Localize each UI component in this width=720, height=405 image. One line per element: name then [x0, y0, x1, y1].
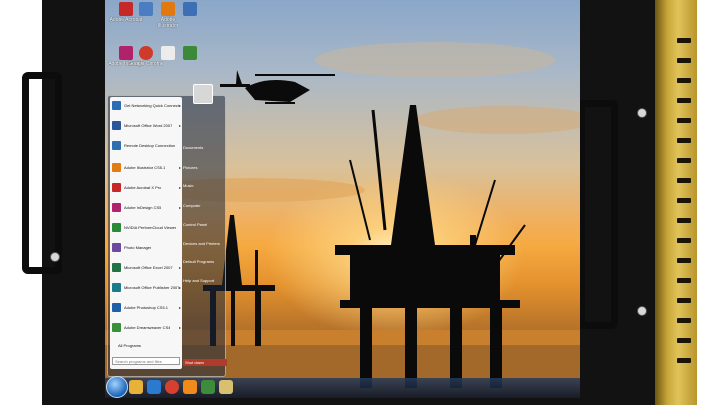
vent-slot — [677, 238, 691, 243]
doc-icon — [183, 2, 197, 16]
vent-slot — [677, 58, 691, 63]
chevron-right-icon: ▸ — [178, 123, 181, 128]
explorer-icon[interactable] — [129, 380, 143, 394]
program-item[interactable]: NVIDIA PerformCloud Viewer — [110, 221, 182, 234]
program-icon — [112, 183, 121, 192]
place-link[interactable]: Computer — [183, 203, 223, 208]
vent-slot — [677, 118, 691, 123]
chevron-right-icon: ▸ — [178, 265, 181, 270]
desktop-icon-doc[interactable] — [172, 2, 208, 32]
screw — [637, 108, 647, 118]
program-icon — [112, 283, 121, 292]
program-icon — [112, 203, 121, 212]
search-input[interactable]: Search programs and files — [112, 357, 180, 365]
vent-slot — [677, 138, 691, 143]
program-icon — [112, 101, 121, 110]
place-link[interactable]: Documents — [183, 145, 223, 150]
vent-slot — [677, 318, 691, 323]
program-item[interactable]: Adobe Illustrator CS5.1 ▸ — [110, 161, 182, 174]
program-item[interactable]: Adobe InDesign CS5 ▸ — [110, 201, 182, 214]
program-item[interactable]: Adobe Photoshop CS5.1 ▸ — [110, 301, 182, 314]
start-menu-places: Documents Pictures Music Computer Contro… — [183, 97, 227, 369]
vent-slot — [677, 98, 691, 103]
place-link[interactable]: Pictures — [183, 165, 223, 170]
folder-taskbar-icon[interactable] — [219, 380, 233, 394]
screw — [637, 306, 647, 316]
vent-slot — [677, 38, 691, 43]
vent-slot — [677, 278, 691, 283]
program-icon — [112, 223, 121, 232]
place-link[interactable]: Default Programs — [183, 259, 223, 264]
left-handle — [22, 72, 62, 274]
mediaplayer-icon[interactable] — [183, 380, 197, 394]
program-item[interactable]: Get Networking Quick Connect ▸ — [110, 99, 182, 112]
program-icon — [112, 121, 121, 130]
program-icon — [112, 243, 121, 252]
vent-slot — [677, 218, 691, 223]
program-icon — [112, 303, 121, 312]
vent-slot — [677, 338, 691, 343]
chevron-right-icon: ▸ — [178, 185, 181, 190]
vent-slot — [677, 198, 691, 203]
program-icon — [112, 323, 121, 332]
program-item[interactable]: Adobe Dreamweaver CS4 ▸ — [110, 321, 182, 334]
app-taskbar-icon[interactable] — [201, 380, 215, 394]
place-link[interactable]: Help and Support — [183, 278, 223, 283]
program-item[interactable]: Microsoft Office Excel 2007 ▸ — [110, 261, 182, 274]
shutdown-button[interactable]: Shut down — [183, 359, 227, 366]
program-item[interactable]: Remote Desktop Connection — [110, 139, 182, 152]
program-item[interactable]: Photo Manager — [110, 241, 182, 254]
ie-icon[interactable] — [147, 380, 161, 394]
start-menu-programs: Get Networking Quick Connect ▸ Microsoft… — [110, 97, 182, 369]
screw — [50, 252, 60, 262]
chevron-right-icon: ▸ — [178, 103, 181, 108]
place-link[interactable]: Control Panel — [183, 222, 223, 227]
chevron-right-icon: ▸ — [178, 205, 181, 210]
all-programs-link[interactable]: All Programs — [118, 343, 141, 348]
program-icon — [112, 263, 121, 272]
program-item[interactable]: Adobe Acrobat X Pro ▸ — [110, 181, 182, 194]
chrome-taskbar-icon[interactable] — [165, 380, 179, 394]
chevron-right-icon: ▸ — [178, 285, 181, 290]
program-icon — [112, 141, 121, 150]
desktop-icon-sheet[interactable] — [172, 46, 208, 76]
right-handle — [578, 100, 618, 329]
vent-slot — [677, 178, 691, 183]
vent-slot — [677, 298, 691, 303]
place-link[interactable]: Music — [183, 183, 223, 188]
vent-slot — [677, 158, 691, 163]
chevron-right-icon: ▸ — [178, 305, 181, 310]
vent-slot — [677, 78, 691, 83]
program-icon — [112, 163, 121, 172]
vent-slot — [677, 258, 691, 263]
chevron-right-icon: ▸ — [178, 325, 181, 330]
vent-slot — [677, 358, 691, 363]
start-button[interactable] — [106, 376, 128, 398]
chevron-right-icon: ▸ — [178, 165, 181, 170]
place-link[interactable]: Devices and Printers — [183, 241, 223, 246]
program-item[interactable]: Microsoft Office Word 2007 ▸ — [110, 119, 182, 132]
program-item[interactable]: Microsoft Office Publisher 2007 ▸ — [110, 281, 182, 294]
sheet-icon — [183, 46, 197, 60]
